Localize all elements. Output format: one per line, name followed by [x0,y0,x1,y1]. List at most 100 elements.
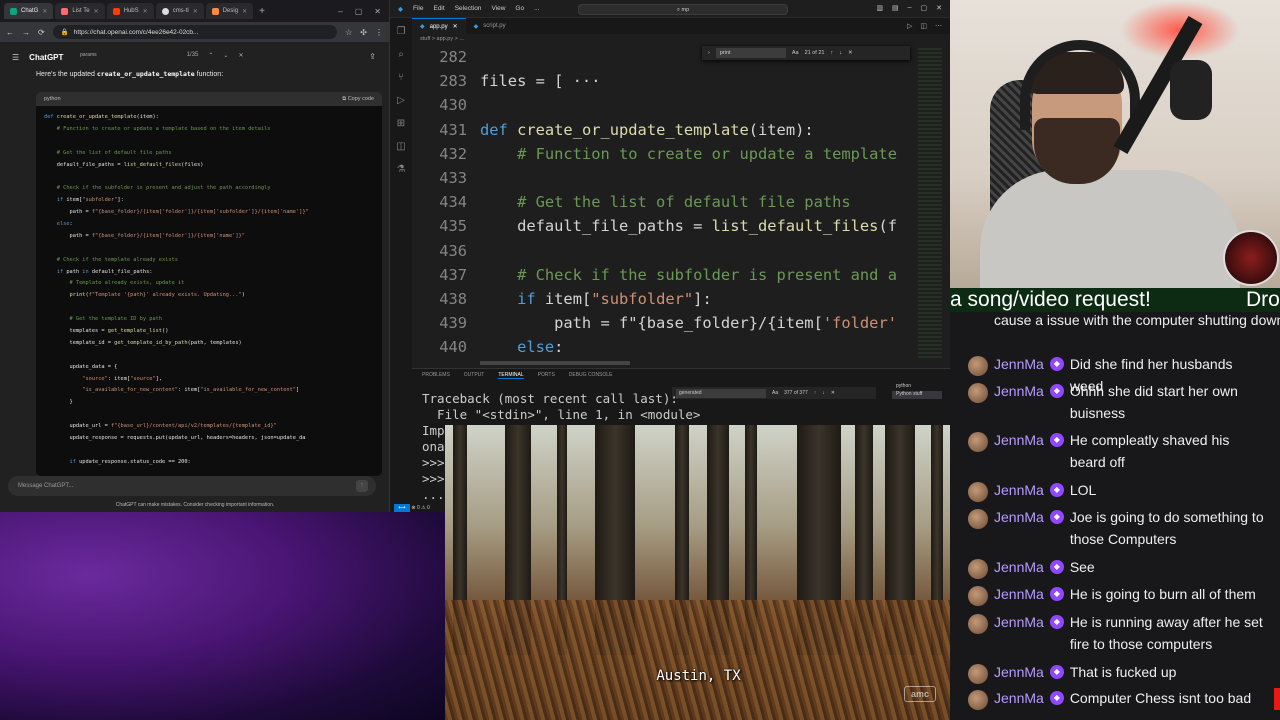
browser-tab-github[interactable]: cms-tl ✕ [155,3,204,19]
editor-line[interactable]: 440 else: [412,338,942,360]
horizontal-scrollbar[interactable] [480,361,630,365]
share-icon[interactable]: ⇪ [369,52,376,61]
new-tab-icon[interactable]: + [255,6,269,17]
minimize-icon[interactable]: – [908,4,912,12]
user-avatar-icon[interactable] [968,690,988,710]
url-field[interactable]: 🔒 https://chat.openai.com/c/4ee26e42-02cb… [52,25,338,39]
remote-indicator-icon[interactable]: ⟷ [394,504,410,512]
panel-tab-ports[interactable]: PORTS [538,372,555,378]
close-tab-icon[interactable]: ✕ [143,8,148,15]
close-tab-icon[interactable]: ✕ [242,8,247,15]
editor-line[interactable]: 433 [412,169,942,193]
minimize-icon[interactable]: – [338,7,342,16]
menu-item-file[interactable]: File [413,5,423,12]
find-close-icon[interactable]: ✕ [238,52,243,59]
user-avatar-icon[interactable] [968,356,988,376]
testing-icon[interactable]: ⚗ [397,164,406,175]
panel-tab-terminal[interactable]: TERMINAL [498,372,524,379]
editor-line[interactable]: 437 # Check if the subfolder is present … [412,266,942,290]
chat-username[interactable]: JennMa [994,432,1044,473]
panel-tab-debug-console[interactable]: DEBUG CONSOLE [569,372,613,378]
chat-username[interactable]: JennMa [994,559,1044,579]
editor-line[interactable]: 283 files = [ ··· [412,72,942,96]
message-input[interactable]: Message ChatGPT... ↑ [8,476,376,496]
next-match-icon[interactable]: ↓ [839,50,842,56]
editor-line[interactable]: 435 default_file_paths = list_default_fi… [412,217,942,241]
user-avatar-icon[interactable] [968,482,988,502]
extensions-icon[interactable]: ⊞ [397,118,405,129]
browser-tab-chatgpt[interactable]: ChatG ✕ [4,3,54,19]
reload-icon[interactable]: ⟳ [38,28,45,37]
match-case-icon[interactable]: Aa [792,50,799,56]
command-center-search[interactable]: ⌕ mp [578,4,788,15]
search-icon[interactable]: ⌕ [398,49,404,60]
menu-item-edit[interactable]: Edit [433,5,444,12]
close-tab-icon[interactable]: ✕ [193,8,198,15]
close-window-icon[interactable]: ✕ [936,4,942,12]
browser-tab-hubspot[interactable]: HubS ✕ [106,3,154,19]
editor-line[interactable]: 434 # Get the list of default file paths [412,193,942,217]
close-find-icon[interactable]: ✕ [848,50,853,56]
match-case-icon[interactable]: Aa [772,390,778,396]
extension-icon[interactable]: ✣ [360,28,367,37]
editor-line[interactable]: 436 [412,242,942,266]
next-match-icon[interactable]: ↓ [822,390,825,396]
find-input[interactable]: params [80,52,97,58]
menu-item-view[interactable]: View [491,5,505,12]
editor-line[interactable]: 438 if item["subfolder"]: [412,290,942,314]
more-actions-icon[interactable]: ⋯ [935,22,942,30]
prev-match-icon[interactable]: ↑ [814,390,817,396]
back-icon[interactable]: ← [6,28,14,37]
expand-replace-icon[interactable]: › [708,50,710,56]
browser-tab-design[interactable]: Desig ✕ [205,3,254,19]
tab-app-py[interactable]: ◆ app.py ✕ [412,18,466,34]
find-input[interactable]: print [715,48,786,58]
source-control-icon[interactable]: ⑂ [398,72,404,83]
errors-icon[interactable]: ⊗ 0 ⚠ 0 [411,505,429,511]
send-button[interactable]: ↑ [356,480,368,492]
editor-line[interactable]: 430 [412,96,942,120]
menu-icon[interactable]: ⋮ [375,28,383,37]
user-avatar-icon[interactable] [968,664,988,684]
breadcrumb[interactable]: stuff > app.py > ... [420,36,464,42]
browser-tab-list[interactable]: List Te ✕ [55,3,105,19]
terminal-item-python[interactable]: python [892,383,942,391]
maximize-icon[interactable]: ▢ [921,4,928,12]
code-editor[interactable]: 282 283 files = [ ··· 430 431 def create_or_u… [412,48,942,360]
run-icon[interactable]: ▷ [907,22,912,30]
close-tab-icon[interactable]: ✕ [453,23,458,30]
remote-icon[interactable]: ◫ [396,141,405,152]
panel-tab-problems[interactable]: PROBLEMS [422,372,450,378]
close-find-icon[interactable]: ✕ [831,390,835,396]
menu-item-go[interactable]: Go [515,5,524,12]
chat-username[interactable]: JennMa [994,383,1044,424]
user-avatar-icon[interactable] [968,383,988,403]
find-down-icon[interactable]: ⌄ [223,52,228,59]
chat-username[interactable]: JennMa [994,482,1044,502]
explorer-icon[interactable]: ❐ [397,26,406,37]
split-editor-icon[interactable]: ◫ [920,22,927,30]
editor-line[interactable]: 439 path = f"{base_folder}/{item['folder… [412,314,942,338]
forward-icon[interactable]: → [22,28,30,37]
star-icon[interactable]: ☆ [345,28,352,37]
chat-username[interactable]: JennMa [994,614,1044,655]
user-avatar-icon[interactable] [968,509,988,529]
chat-username[interactable]: JennMa [994,509,1044,550]
editor-line[interactable]: 432 # Function to create or update a tem… [412,145,942,169]
minimap[interactable] [918,48,942,360]
editor-line[interactable]: 431 def create_or_update_template(item): [412,121,942,145]
copy-code-button[interactable]: ⧉ Copy code [342,96,374,103]
close-tab-icon[interactable]: ✕ [94,8,99,15]
chat-username[interactable]: JennMa [994,690,1044,710]
chatgpt-title[interactable]: ChatGPT [29,53,63,62]
close-tab-icon[interactable]: ✕ [42,8,47,15]
user-avatar-icon[interactable] [968,432,988,452]
user-avatar-icon[interactable] [968,614,988,634]
close-window-icon[interactable]: ✕ [374,7,381,16]
menu-item-[interactable]: ... [534,5,539,12]
chat-username[interactable]: JennMa [994,664,1044,684]
sidebar-toggle-icon[interactable]: ☰ [12,53,19,62]
run-debug-icon[interactable]: ▷ [397,95,405,106]
user-avatar-icon[interactable] [968,559,988,579]
tab-script-py[interactable]: ◆ script.py [466,18,514,34]
